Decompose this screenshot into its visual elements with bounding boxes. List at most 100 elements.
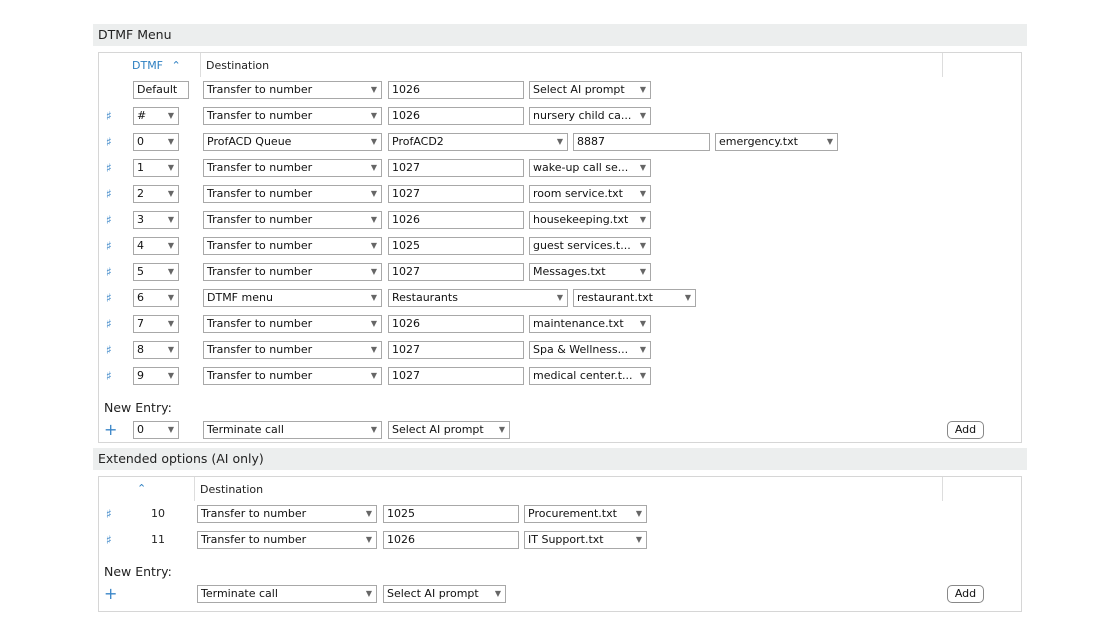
- hash-drag-icon[interactable]: ♯: [106, 532, 112, 548]
- destination-column-header: Destination: [206, 59, 270, 72]
- prompt-select[interactable]: Messages.txt ▼: [529, 263, 651, 281]
- select-value: Terminate call: [201, 587, 278, 600]
- prompt-select[interactable]: medical center.t... ▼: [529, 367, 651, 385]
- select-value: nursery child ca...: [533, 109, 632, 122]
- caret-up-icon[interactable]: ⌃: [137, 482, 146, 495]
- add-button[interactable]: Add: [947, 585, 984, 603]
- number-input[interactable]: 1025: [388, 237, 524, 255]
- dtmf-key-select[interactable]: 7 ▼: [133, 315, 179, 333]
- number-input[interactable]: 1025: [383, 505, 519, 523]
- prompt-select[interactable]: guest services.t... ▼: [529, 237, 651, 255]
- number-input[interactable]: 1027: [388, 185, 524, 203]
- new-entry-action-select[interactable]: Terminate call ▼: [197, 585, 377, 603]
- dtmf-key-select[interactable]: 9 ▼: [133, 367, 179, 385]
- option-key: 11: [151, 533, 165, 546]
- action-select[interactable]: Transfer to number ▼: [203, 159, 382, 177]
- action-select[interactable]: Transfer to number ▼: [203, 107, 382, 125]
- prompt-select[interactable]: IT Support.txt ▼: [524, 531, 647, 549]
- action-select[interactable]: Transfer to number ▼: [203, 367, 382, 385]
- default-number-input[interactable]: 1026: [388, 81, 524, 99]
- number-input[interactable]: 1026: [388, 107, 524, 125]
- triangle-down-icon: ▼: [639, 371, 646, 380]
- dtmf-key-select[interactable]: # ▼: [133, 107, 179, 125]
- number-input[interactable]: 1027: [388, 341, 524, 359]
- prompt-select[interactable]: maintenance.txt ▼: [529, 315, 651, 333]
- hash-drag-icon[interactable]: ♯: [106, 134, 112, 150]
- action-select[interactable]: Transfer to number ▼: [203, 341, 382, 359]
- new-entry-prompt-select[interactable]: Select AI prompt ▼: [388, 421, 510, 439]
- prompt-select[interactable]: Spa & Wellness... ▼: [529, 341, 651, 359]
- dtmf-key-select[interactable]: 2 ▼: [133, 185, 179, 203]
- queue-select[interactable]: ProfACD2 ▼: [388, 133, 568, 151]
- prompt-select[interactable]: restaurant.txt ▼: [573, 289, 696, 307]
- dtmf-key-select[interactable]: 6 ▼: [133, 289, 179, 307]
- caret-up-icon: ⌃: [171, 59, 181, 72]
- prompt-select[interactable]: nursery child ca... ▼: [529, 107, 651, 125]
- select-value: Transfer to number: [207, 343, 313, 356]
- prompt-select[interactable]: room service.txt ▼: [529, 185, 651, 203]
- dtmf-key-select[interactable]: 0 ▼: [133, 133, 179, 151]
- prompt-select[interactable]: emergency.txt ▼: [715, 133, 838, 151]
- hash-drag-icon[interactable]: ♯: [106, 186, 112, 202]
- hash-drag-icon[interactable]: ♯: [106, 316, 112, 332]
- action-select[interactable]: Transfer to number ▼: [203, 211, 382, 229]
- action-select[interactable]: Transfer to number ▼: [197, 531, 377, 549]
- plus-icon[interactable]: +: [104, 586, 117, 602]
- hash-drag-icon[interactable]: ♯: [106, 506, 112, 522]
- hash-drag-icon[interactable]: ♯: [106, 212, 112, 228]
- dtmf-key-select[interactable]: 4 ▼: [133, 237, 179, 255]
- dtmf-key-select[interactable]: 5 ▼: [133, 263, 179, 281]
- hash-drag-icon[interactable]: ♯: [106, 290, 112, 306]
- select-value: Transfer to number: [207, 213, 313, 226]
- default-action-select[interactable]: Transfer to number ▼: [203, 81, 382, 99]
- hash-drag-icon[interactable]: ♯: [106, 368, 112, 384]
- action-select[interactable]: DTMF menu ▼: [203, 289, 382, 307]
- select-value: 9: [137, 369, 144, 382]
- hash-drag-icon[interactable]: ♯: [106, 108, 112, 124]
- triangle-down-icon: ▼: [167, 345, 174, 354]
- triangle-down-icon: ▼: [370, 293, 377, 302]
- number-input[interactable]: 8887: [573, 133, 710, 151]
- triangle-down-icon: ▼: [635, 535, 642, 544]
- new-entry-key-select[interactable]: 0 ▼: [133, 421, 179, 439]
- hash-drag-icon[interactable]: ♯: [106, 342, 112, 358]
- new-entry-action-select[interactable]: Terminate call ▼: [203, 421, 382, 439]
- hash-drag-icon[interactable]: ♯: [106, 238, 112, 254]
- action-select[interactable]: Transfer to number ▼: [203, 263, 382, 281]
- select-value: Select AI prompt: [392, 423, 484, 436]
- action-select[interactable]: Transfer to number ▼: [197, 505, 377, 523]
- action-select[interactable]: ProfACD Queue ▼: [203, 133, 382, 151]
- number-input[interactable]: 1026: [388, 315, 524, 333]
- select-value: 0: [137, 423, 144, 436]
- number-input[interactable]: 1027: [388, 367, 524, 385]
- action-select[interactable]: Transfer to number ▼: [203, 315, 382, 333]
- default-prompt-select[interactable]: Select AI prompt ▼: [529, 81, 651, 99]
- prompt-select[interactable]: Procurement.txt ▼: [524, 505, 647, 523]
- dtmf-key-select[interactable]: 1 ▼: [133, 159, 179, 177]
- prompt-select[interactable]: wake-up call se... ▼: [529, 159, 651, 177]
- select-value: wake-up call se...: [533, 161, 629, 174]
- triangle-down-icon: ▼: [167, 267, 174, 276]
- triangle-down-icon: ▼: [639, 85, 646, 94]
- number-input[interactable]: 1026: [388, 211, 524, 229]
- hash-drag-icon[interactable]: ♯: [106, 160, 112, 176]
- action-select[interactable]: Transfer to number ▼: [203, 185, 382, 203]
- select-value: maintenance.txt: [533, 317, 624, 330]
- new-entry-prompt-select[interactable]: Select AI prompt ▼: [383, 585, 506, 603]
- triangle-down-icon: ▼: [370, 85, 377, 94]
- number-input[interactable]: 1027: [388, 263, 524, 281]
- action-select[interactable]: Transfer to number ▼: [203, 237, 382, 255]
- number-input[interactable]: 1026: [383, 531, 519, 549]
- triangle-down-icon: ▼: [365, 535, 372, 544]
- submenu-select[interactable]: Restaurants ▼: [388, 289, 568, 307]
- prompt-select[interactable]: housekeeping.txt ▼: [529, 211, 651, 229]
- dtmf-column-header[interactable]: DTMF ⌃: [132, 59, 181, 72]
- dtmf-key-select[interactable]: 8 ▼: [133, 341, 179, 359]
- hash-drag-icon[interactable]: ♯: [106, 264, 112, 280]
- select-value: 4: [137, 239, 144, 252]
- plus-icon[interactable]: +: [104, 422, 117, 438]
- number-input[interactable]: 1027: [388, 159, 524, 177]
- dtmf-key-select[interactable]: 3 ▼: [133, 211, 179, 229]
- add-button[interactable]: Add: [947, 421, 984, 439]
- triangle-down-icon: ▼: [635, 509, 642, 518]
